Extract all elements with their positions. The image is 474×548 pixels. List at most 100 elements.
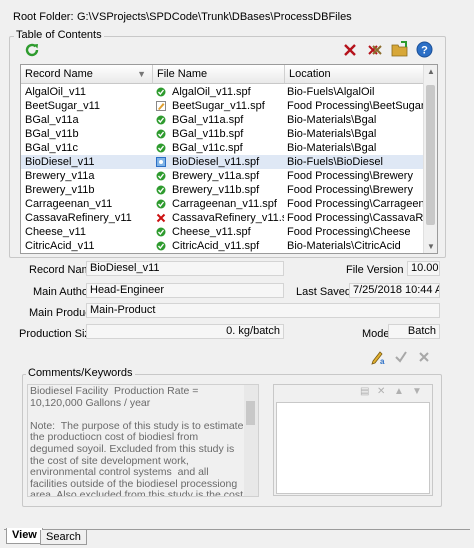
record-name-cell: AlgalOil_v11 (25, 86, 86, 98)
check-circle-icon (156, 227, 166, 237)
file-name-cell: BGal_v11a.spf (172, 114, 244, 126)
file-name-cell: CassavaRefinery_v11.spf (172, 212, 284, 224)
location-cell: Food Processing\Cheese (287, 226, 411, 238)
tab-view[interactable]: View (6, 528, 43, 544)
check-circle-icon (156, 185, 166, 195)
comments-title: Comments/Keywords (26, 367, 135, 379)
scrollbar-thumb[interactable] (426, 85, 435, 225)
comments-text: Biodiesel Facility Production Rate = 10,… (30, 385, 244, 497)
table-row[interactable]: Carrageenan_v11 Carrageenan_v11.spf Food P… (21, 197, 425, 211)
location-cell: Bio-Materials\CitricAcid (287, 240, 401, 252)
keywords-toolbar: ▤ ✕ ▲ ▼ (274, 385, 432, 401)
record-name-field[interactable]: BioDiesel_v11 (86, 261, 284, 276)
tab-search[interactable]: Search (40, 530, 87, 545)
remove-keyword-icon[interactable]: ✕ (377, 386, 385, 397)
file-name-cell: BGal_v11c.spf (172, 142, 243, 154)
toc-table: Record Name ▼ File Name Location AlgalOi… (20, 64, 438, 254)
location-cell: Food Processing\CassavaRefi... (287, 212, 423, 224)
last-saved-field[interactable]: 7/25/2018 10:44 AM (349, 283, 440, 298)
table-row[interactable]: BGal_v11b BGal_v11b.spf Bio-Materials\Bgal (21, 127, 425, 141)
column-header-file-name[interactable]: File Name (153, 65, 285, 84)
location-cell: Food Processing\Carrageenan (287, 198, 423, 210)
table-row[interactable]: BioDiesel_v11 BioDiesel_v11.spf Bio-Fuels\… (21, 155, 425, 169)
main-author-field[interactable]: Head-Engineer (86, 283, 284, 298)
scroll-down-icon[interactable]: ▼ (427, 242, 435, 251)
file-name-cell: AlgalOil_v11.spf (172, 86, 251, 98)
last-saved-label: Last Saved (296, 286, 352, 298)
table-row[interactable]: BGal_v11c BGal_v11c.spf Bio-Materials\Bgal (21, 141, 425, 155)
record-name-cell: CitricAcid_v11 (25, 240, 95, 252)
svg-text:?: ? (421, 45, 428, 57)
comments-textbox[interactable]: Biodiesel Facility Production Rate = 10,… (27, 384, 259, 497)
record-name-cell: Brewery_v11b (25, 184, 95, 196)
location-cell: Food Processing\Brewery (287, 184, 413, 196)
cancel-icon[interactable] (416, 349, 432, 365)
help-icon[interactable]: ? (416, 41, 433, 58)
column-header-label: File Name (157, 68, 208, 80)
record-name-cell: CassavaRefinery_v11 (25, 212, 132, 224)
check-circle-icon (156, 199, 166, 209)
main-author-label: Main Author (33, 286, 92, 298)
edit-comment-icon[interactable]: a (370, 349, 386, 365)
delete-icon[interactable] (342, 42, 358, 58)
table-row[interactable]: BGal_v11a BGal_v11a.spf Bio-Materials\Bgal (21, 113, 425, 127)
check-circle-icon (156, 241, 166, 251)
open-file-icon (156, 157, 166, 167)
add-keyword-icon[interactable]: ▤ (360, 386, 369, 397)
table-row[interactable]: BeetSugar_v11 BeetSugar_v11.spf Food Proce… (21, 99, 425, 113)
table-row[interactable]: Brewery_v11b Brewery_v11b.spf Food Process… (21, 183, 425, 197)
record-name-cell: Carrageenan_v11 (25, 198, 113, 210)
check-circle-icon (156, 171, 166, 181)
refresh-icon[interactable] (24, 42, 40, 58)
table-row[interactable]: CassavaRefinery_v11 CassavaRefinery_v11.s… (21, 211, 425, 225)
move-up-icon[interactable]: ▲ (394, 386, 404, 397)
table-row[interactable]: Brewery_v11a Brewery_v11a.spf Food Process… (21, 169, 425, 183)
main-product-label: Main Product (29, 307, 94, 319)
location-cell: Bio-Materials\Bgal (287, 114, 377, 126)
scroll-up-icon[interactable]: ▲ (427, 67, 435, 76)
check-circle-icon (156, 129, 166, 139)
table-row[interactable]: Cheese_v11 Cheese_v11.spf Food Processing\… (21, 225, 425, 239)
keywords-list[interactable] (276, 402, 430, 494)
comments-scrollbar-thumb[interactable] (246, 401, 255, 425)
root-folder-label: Root Folder: (13, 11, 74, 23)
comments-scrollbar[interactable] (244, 385, 258, 496)
check-circle-icon (156, 87, 166, 97)
toc-title: Table of Contents (14, 29, 104, 41)
location-cell: Bio-Fuels\BioDiesel (287, 156, 383, 168)
table-scrollbar[interactable]: ▲ ▼ (423, 65, 437, 253)
table-row[interactable]: CitricAcid_v11 CitricAcid_v11.spf Bio-Mate… (21, 239, 425, 253)
root-folder-path: G:\VSProjects\SPDCode\Trunk\DBases\Proce… (77, 11, 352, 23)
accept-icon[interactable] (393, 349, 409, 365)
check-circle-icon (156, 115, 166, 125)
record-name-cell: BGal_v11b (25, 128, 79, 140)
keywords-panel: ▤ ✕ ▲ ▼ (273, 384, 433, 496)
open-folder-icon[interactable] (391, 41, 409, 58)
delete-all-icon[interactable] (367, 42, 383, 58)
file-name-cell: BGal_v11b.spf (172, 128, 244, 140)
record-name-cell: BGal_v11c (25, 142, 78, 154)
mode-field[interactable]: Batch (388, 324, 440, 339)
error-icon (156, 213, 166, 223)
column-header-record-name[interactable]: Record Name ▼ (21, 65, 153, 84)
column-header-location[interactable]: Location (285, 65, 425, 84)
file-name-cell: Carrageenan_v11.spf (172, 198, 277, 210)
sort-arrow-icon: ▼ (137, 69, 146, 79)
main-product-field[interactable]: Main-Product (86, 303, 440, 318)
file-name-cell: Cheese_v11.spf (172, 226, 251, 238)
file-name-cell: BioDiesel_v11.spf (172, 156, 260, 168)
record-name-cell: Cheese_v11 (25, 226, 86, 238)
table-row[interactable]: AlgalOil_v11 AlgalOil_v11.spf Bio-Fuels\Al… (21, 85, 425, 99)
record-name-cell: BioDiesel_v11 (25, 156, 95, 168)
location-cell: Food Processing\Brewery (287, 170, 413, 182)
column-header-label: Record Name (25, 68, 93, 80)
production-size-field[interactable]: 0. kg/batch (86, 324, 284, 339)
mode-label: Mode (362, 328, 390, 340)
move-down-icon[interactable]: ▼ (412, 386, 422, 397)
production-size-label: Production Size (19, 328, 97, 340)
file-version-field[interactable]: 10.007 (407, 261, 440, 276)
column-header-label: Location (289, 68, 331, 80)
record-name-cell: Brewery_v11a (25, 170, 95, 182)
check-circle-icon (156, 143, 166, 153)
location-cell: Bio-Fuels\AlgalOil (287, 86, 375, 98)
